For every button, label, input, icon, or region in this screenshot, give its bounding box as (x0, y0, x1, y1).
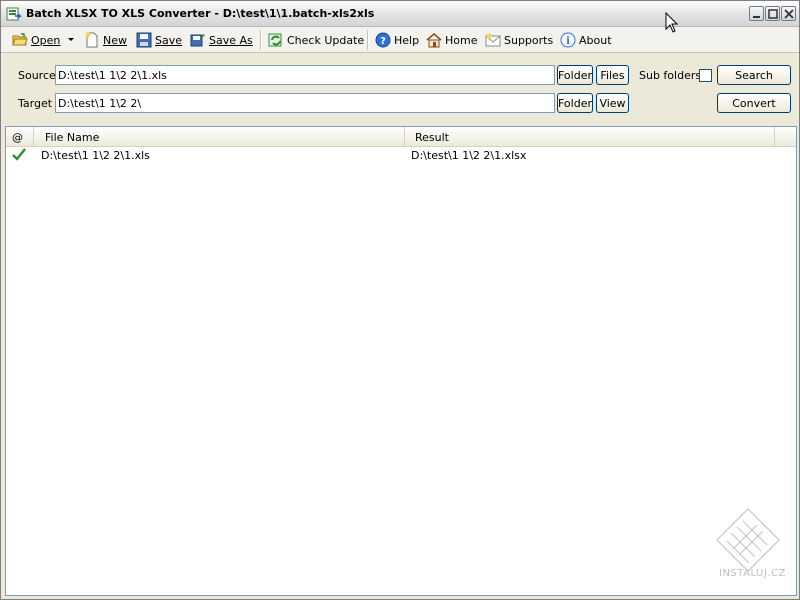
watermark-logo (713, 505, 783, 575)
window-title: Batch XLSX TO XLS Converter - D:\test\1\… (26, 7, 375, 20)
new-button[interactable]: New (83, 30, 127, 50)
toolbar: Open New Save Save As Check Update ? Hel… (1, 27, 799, 53)
subfolders-checkbox[interactable] (699, 69, 712, 82)
target-folder-button[interactable]: Folder (557, 93, 593, 113)
home-button[interactable]: Home (425, 30, 477, 50)
target-label: Target (18, 97, 53, 110)
minimize-button[interactable] (749, 6, 764, 21)
column-file-name[interactable]: File Name (39, 127, 405, 147)
folder-open-icon (11, 31, 29, 49)
open-button[interactable]: Open (11, 30, 60, 50)
list-header: @ File Name Result (6, 127, 796, 147)
floppy-disk-icon (135, 31, 153, 49)
convert-button[interactable]: Convert (717, 93, 791, 113)
title-bar[interactable]: Batch XLSX TO XLS Converter - D:\test\1\… (1, 1, 799, 27)
mail-icon (484, 31, 502, 49)
file-list[interactable]: @ File Name Result D:\test\1 1\2 2\1.xls… (5, 126, 797, 596)
maximize-icon (768, 9, 778, 19)
search-button[interactable]: Search (717, 65, 791, 85)
source-label: Source (18, 69, 56, 82)
save-as-icon (189, 31, 207, 49)
check-update-button[interactable]: Check Update (267, 30, 364, 50)
save-button[interactable]: Save (135, 30, 182, 50)
info-icon: i (559, 31, 577, 49)
open-dropdown-arrow[interactable] (67, 30, 75, 50)
path-panel: Source Folder Files Sub folders Search T… (1, 54, 799, 124)
svg-text:i: i (566, 36, 570, 47)
toolbar-separator (260, 30, 261, 50)
mouse-cursor-icon (665, 11, 679, 37)
new-file-icon (83, 31, 101, 49)
close-icon (784, 9, 794, 19)
toolbar-separator (367, 30, 368, 50)
maximize-button[interactable] (765, 6, 780, 21)
row-file-name: D:\test\1 1\2 2\1.xls (41, 149, 150, 162)
close-button[interactable] (781, 6, 796, 21)
refresh-icon (267, 31, 285, 49)
source-input[interactable] (55, 65, 555, 85)
about-button[interactable]: i About (559, 30, 612, 50)
home-icon (425, 31, 443, 49)
source-folder-button[interactable]: Folder (557, 65, 593, 85)
row-result: D:\test\1 1\2 2\1.xlsx (411, 149, 527, 162)
column-result[interactable]: Result (409, 127, 775, 147)
watermark-text: INSTALUJ.CZ (719, 568, 786, 579)
supports-button[interactable]: Supports (484, 30, 553, 50)
success-check-icon (12, 148, 26, 164)
table-row[interactable]: D:\test\1 1\2 2\1.xls D:\test\1 1\2 2\1.… (6, 147, 796, 165)
help-button[interactable]: ? Help (374, 30, 419, 50)
svg-text:?: ? (380, 36, 386, 47)
chevron-down-icon (68, 38, 74, 41)
app-icon (6, 6, 22, 22)
files-button[interactable]: Files (596, 65, 629, 85)
subfolders-label: Sub folders (639, 69, 702, 82)
minimize-icon (753, 16, 760, 18)
column-status[interactable]: @ (6, 127, 34, 147)
help-icon: ? (374, 31, 392, 49)
target-input[interactable] (55, 93, 555, 113)
app-window: Batch XLSX TO XLS Converter - D:\test\1\… (0, 0, 800, 600)
view-button[interactable]: View (596, 93, 629, 113)
save-as-button[interactable]: Save As (189, 30, 253, 50)
